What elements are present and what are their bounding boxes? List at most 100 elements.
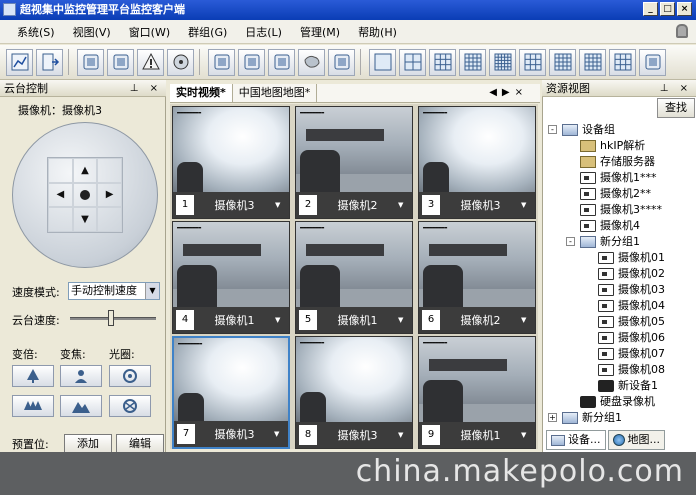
layout-1-icon[interactable] <box>369 48 396 76</box>
tab-china-map[interactable]: 中国地图地图* <box>233 84 318 102</box>
menu-view[interactable]: 视图(V) <box>68 22 116 42</box>
ptz-speed-label: 云台速度: <box>12 314 60 327</box>
video-cell[interactable]: ▬▬▬▬▬▬▬▬ 8 摄像机3 ▼ <box>295 336 413 449</box>
log-icon[interactable] <box>77 48 104 76</box>
channel-dropdown-icon[interactable]: ▼ <box>521 431 535 439</box>
video-osd-text: ▬▬▬▬▬▬▬▬ <box>177 110 202 116</box>
disk-icon[interactable] <box>167 48 194 76</box>
video-cell[interactable]: ▬▬▬▬▬▬▬▬ 9 摄像机1 ▼ <box>418 336 536 449</box>
expand-icon[interactable]: + <box>548 413 557 422</box>
video-feed[interactable]: ▬▬▬▬▬▬▬▬ <box>419 107 535 192</box>
panel-pin-close-icons[interactable]: ⊥ × <box>130 80 162 97</box>
layout-4-icon[interactable] <box>399 48 426 76</box>
zoom-out-button[interactable] <box>12 395 54 417</box>
search-button[interactable]: 查找 <box>657 98 695 118</box>
layout-8-icon[interactable] <box>549 48 576 76</box>
chevron-down-icon[interactable]: ▼ <box>145 283 159 299</box>
iris-open-button[interactable] <box>109 365 151 387</box>
preset-add-button[interactable]: 添加 <box>64 434 112 454</box>
layout-9-icon[interactable] <box>429 48 456 76</box>
minimize-button[interactable]: _ <box>643 2 658 16</box>
ptz-up-left-icon[interactable] <box>48 158 73 183</box>
menu-log[interactable]: 日志(L) <box>240 22 287 42</box>
video-cell[interactable]: ▬▬▬▬▬▬▬▬ 2 摄像机2 ▼ <box>295 106 413 219</box>
menu-manage[interactable]: 管理(M) <box>295 22 345 42</box>
layout-25-icon[interactable] <box>489 48 516 76</box>
video-cell[interactable]: ▬▬▬▬▬▬▬▬ 7 摄像机3 ▼ <box>172 336 290 449</box>
video-cell[interactable]: ▬▬▬▬▬▬▬▬ 3 摄像机3 ▼ <box>418 106 536 219</box>
channel-dropdown-icon[interactable]: ▼ <box>398 201 412 209</box>
shelf-shape <box>183 244 261 256</box>
collapse-icon[interactable]: - <box>566 237 575 246</box>
video-feed[interactable]: ▬▬▬▬▬▬▬▬ <box>173 107 289 192</box>
tab-nav-icons[interactable]: ◀▶× <box>489 84 528 102</box>
edit-icon[interactable] <box>107 48 134 76</box>
video-feed[interactable]: ▬▬▬▬▬▬▬▬ <box>296 337 412 422</box>
video-cell[interactable]: ▬▬▬▬▬▬▬▬ 5 摄像机1 ▼ <box>295 221 413 334</box>
lock-icon[interactable] <box>676 24 688 38</box>
video-feed[interactable]: ▬▬▬▬▬▬▬▬ <box>173 222 289 307</box>
iris-label: 光圈: <box>109 348 135 361</box>
video-cell[interactable]: ▬▬▬▬▬▬▬▬ 1 摄像机3 ▼ <box>172 106 290 219</box>
collapse-icon[interactable]: - <box>548 125 557 134</box>
video-cell[interactable]: ▬▬▬▬▬▬▬▬ 6 摄像机2 ▼ <box>418 221 536 334</box>
export-icon[interactable] <box>328 48 355 76</box>
video-feed[interactable]: ▬▬▬▬▬▬▬▬ <box>296 107 412 192</box>
camera-add-icon[interactable] <box>238 48 265 76</box>
menu-help[interactable]: 帮助(H) <box>353 22 402 42</box>
ptz-down-right-icon[interactable] <box>97 207 122 232</box>
close-button[interactable]: × <box>677 2 692 16</box>
channel-dropdown-icon[interactable]: ▼ <box>274 430 288 438</box>
speed-mode-select[interactable]: 手动控制速度 ▼ <box>68 282 160 300</box>
layout-custom-icon[interactable] <box>609 48 636 76</box>
map-icon[interactable] <box>298 48 325 76</box>
focus-near-button[interactable] <box>60 365 102 387</box>
chart-icon[interactable] <box>6 48 33 76</box>
menu-system[interactable]: 系统(S) <box>12 22 60 42</box>
video-feed[interactable]: ▬▬▬▬▬▬▬▬ <box>296 222 412 307</box>
focus-far-button[interactable] <box>60 395 102 417</box>
tree-node-label: 新分组1 <box>582 411 622 424</box>
ptz-joystick[interactable]: ▲ ◀ ▶ ▼ <box>12 122 158 268</box>
channel-dropdown-icon[interactable]: ▼ <box>275 316 289 324</box>
alarm-icon[interactable] <box>137 48 164 76</box>
ptz-up-icon[interactable]: ▲ <box>72 158 98 183</box>
device-icon[interactable] <box>268 48 295 76</box>
menu-group[interactable]: 群组(G) <box>183 22 232 42</box>
panel-pin-close-icons[interactable]: ⊥ × <box>660 80 692 97</box>
video-feed[interactable]: ▬▬▬▬▬▬▬▬ <box>419 337 535 422</box>
channel-dropdown-icon[interactable]: ▼ <box>398 431 412 439</box>
channel-dropdown-icon[interactable]: ▼ <box>521 316 535 324</box>
ptz-speed-slider-thumb[interactable] <box>108 310 114 326</box>
layout-16-icon[interactable] <box>459 48 486 76</box>
tab-live-video[interactable]: 实时视频* <box>170 84 233 102</box>
ptz-down-icon[interactable]: ▼ <box>72 207 98 232</box>
ptz-right-icon[interactable]: ▶ <box>97 182 122 208</box>
video-feed[interactable]: ▬▬▬▬▬▬▬▬ <box>174 338 288 423</box>
camera-icon <box>598 364 614 376</box>
channel-dropdown-icon[interactable]: ▼ <box>398 316 412 324</box>
ptz-left-icon[interactable]: ◀ <box>48 182 73 208</box>
video-feed[interactable]: ▬▬▬▬▬▬▬▬ <box>419 222 535 307</box>
ptz-down-left-icon[interactable] <box>48 207 73 232</box>
channel-dropdown-icon[interactable]: ▼ <box>275 201 289 209</box>
exit-icon[interactable] <box>36 48 63 76</box>
video-cell[interactable]: ▬▬▬▬▬▬▬▬ 4 摄像机1 ▼ <box>172 221 290 334</box>
ptz-center-icon[interactable] <box>72 182 98 208</box>
camera-icon <box>580 172 596 184</box>
maximize-button[interactable]: □ <box>660 2 675 16</box>
layout-13-icon[interactable] <box>579 48 606 76</box>
tab-maps[interactable]: 地图... <box>607 430 665 450</box>
tab-devices[interactable]: 设备... <box>546 430 606 450</box>
resource-panel-header: 资源视图 ⊥ × <box>542 80 696 97</box>
iris-close-button[interactable] <box>109 395 151 417</box>
ptz-up-right-icon[interactable] <box>97 158 122 183</box>
more-icon[interactable] <box>639 48 666 76</box>
preset-edit-button[interactable]: 编辑 <box>116 434 164 454</box>
menu-window[interactable]: 窗口(W) <box>124 22 175 42</box>
channel-name: 摄像机1 <box>337 314 378 327</box>
channel-dropdown-icon[interactable]: ▼ <box>521 201 535 209</box>
layout-6-icon[interactable] <box>519 48 546 76</box>
settings-icon[interactable] <box>208 48 235 76</box>
zoom-in-button[interactable] <box>12 365 54 387</box>
